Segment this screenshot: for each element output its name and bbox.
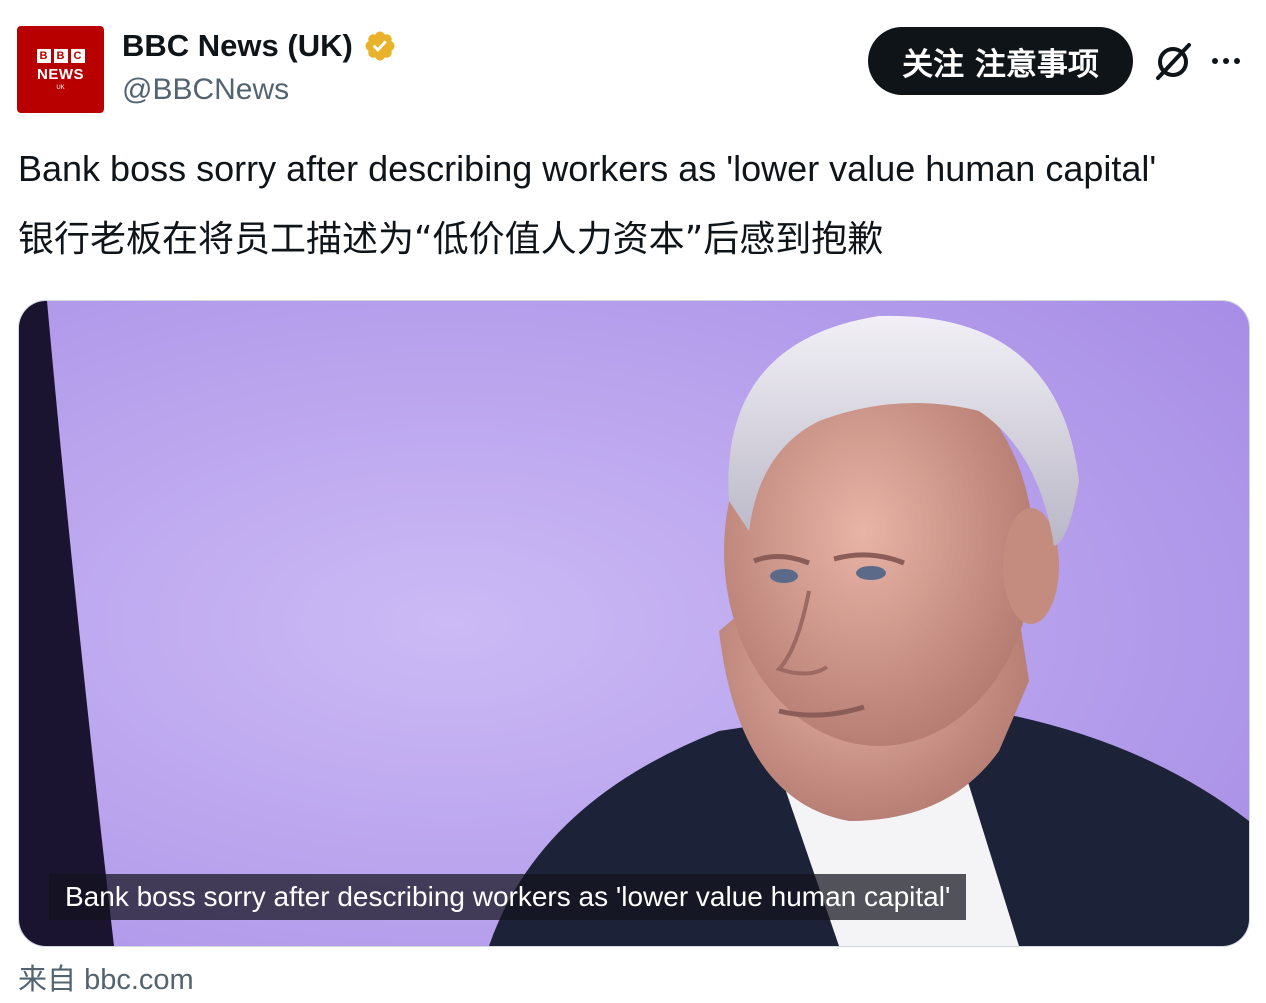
avatar-region-label: UK xyxy=(56,84,65,91)
author-name-row: BBC News (UK) xyxy=(122,28,397,64)
more-dot xyxy=(1223,58,1229,64)
more-options-icon[interactable] xyxy=(1212,48,1248,74)
news-photo xyxy=(19,301,1249,946)
grok-icon[interactable] xyxy=(1151,40,1195,84)
avatar-news-label: NEWS xyxy=(37,65,84,83)
verified-badge-icon[interactable] xyxy=(363,29,397,63)
more-dot xyxy=(1234,58,1240,64)
bbc-logo-blocks: B B C xyxy=(36,48,85,63)
bbc-logo-letter: C xyxy=(70,48,85,63)
bbc-logo-letter: B xyxy=(36,48,51,63)
source-prefix: 来自 xyxy=(18,962,77,996)
more-dot xyxy=(1212,58,1218,64)
display-name[interactable]: BBC News (UK) xyxy=(122,28,353,64)
follow-button[interactable]: 关注 注意事项 xyxy=(868,27,1133,95)
video-caption: Bank boss sorry after describing workers… xyxy=(49,874,967,920)
tweet-text-chinese: 银行老板在将员工描述为“低价值人力资本”后感到抱歉 xyxy=(18,219,884,260)
tweet-text-english: Bank boss sorry after describing workers… xyxy=(18,148,1157,189)
bbc-logo-letter: B xyxy=(53,48,68,63)
link-source[interactable]: 来自 bbc.com xyxy=(18,956,194,998)
author-handle[interactable]: @BBCNews xyxy=(122,73,289,107)
source-domain: bbc.com xyxy=(84,964,194,996)
link-card[interactable]: Bank boss sorry after describing workers… xyxy=(18,300,1250,947)
avatar[interactable]: B B C NEWS UK xyxy=(17,26,104,113)
